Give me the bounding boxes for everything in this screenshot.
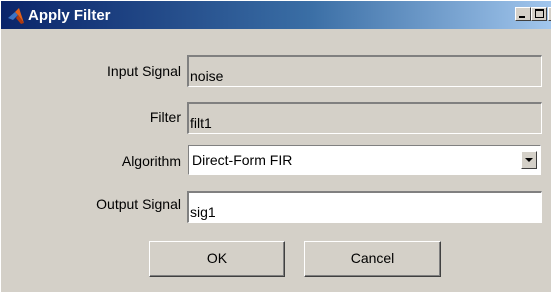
cancel-button[interactable]: Cancel — [304, 241, 441, 277]
window-title: Apply Filter — [28, 7, 111, 24]
maximize-icon — [535, 9, 544, 18]
output-signal-input[interactable]: sig1 — [187, 191, 542, 223]
algorithm-selected-value: Direct-Form FIR — [192, 152, 293, 168]
ok-button[interactable]: OK — [149, 241, 285, 277]
algorithm-dropdown[interactable]: Direct-Form FIR — [188, 145, 541, 175]
output-signal-label: Output Signal — [96, 196, 181, 212]
apply-filter-dialog: Apply Filter Input Signal noise Filter f… — [1, 1, 551, 292]
title-bar[interactable]: Apply Filter — [1, 1, 551, 29]
input-signal-field[interactable]: noise — [187, 55, 542, 87]
algorithm-label: Algorithm — [121, 153, 181, 169]
input-signal-label: Input Signal — [107, 63, 181, 79]
algorithm-dropdown-button[interactable] — [521, 151, 537, 169]
maximize-button[interactable] — [531, 7, 547, 21]
chevron-down-icon — [525, 158, 533, 162]
matlab-icon — [7, 7, 25, 25]
filter-field[interactable]: filt1 — [187, 102, 542, 134]
minimize-icon — [519, 16, 525, 18]
filter-label: Filter — [149, 109, 181, 125]
minimize-button[interactable] — [515, 7, 531, 21]
